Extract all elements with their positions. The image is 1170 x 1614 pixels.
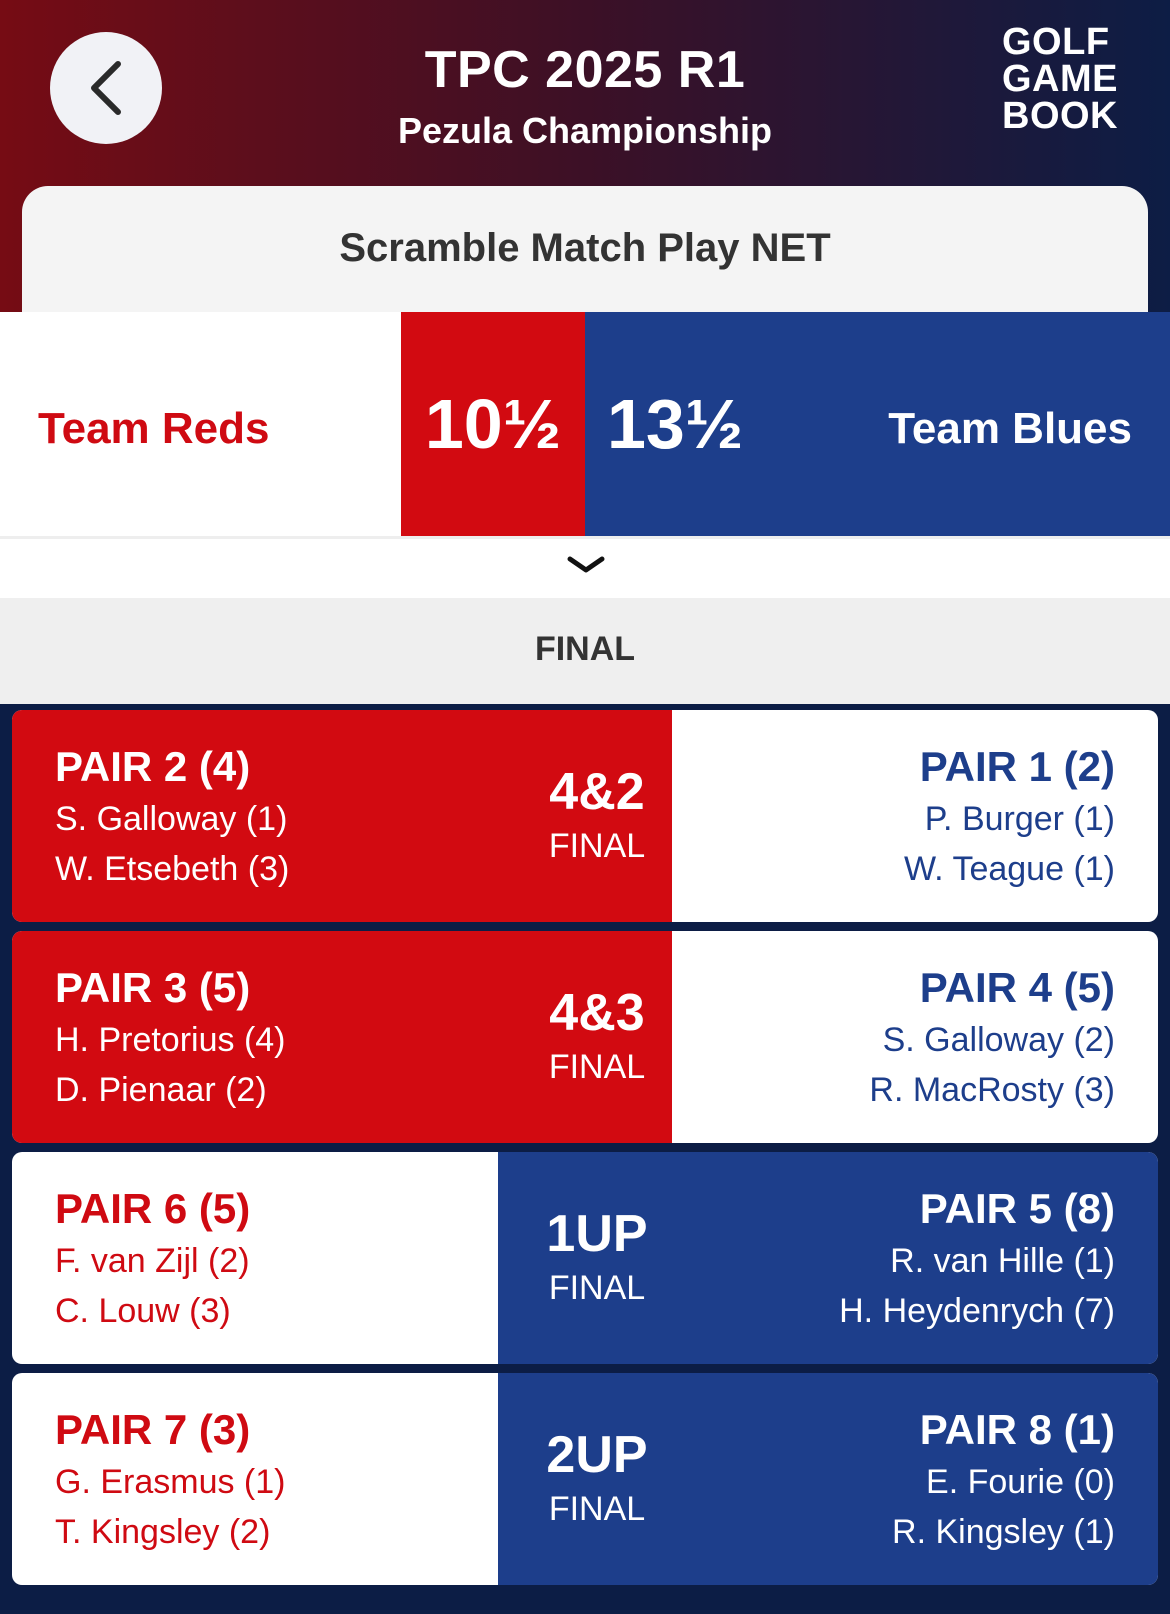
player-name: S. Galloway (1) [55,800,288,838]
team-blue-panel: 13½ Team Blues [585,312,1170,536]
team-red-score: 10½ [401,312,585,536]
match-result: 4&3 FINAL [482,983,712,1091]
chevron-left-icon [91,61,121,115]
game-format-card: Scramble Match Play NET [22,186,1148,326]
logo-line: BOOK [1002,95,1118,137]
match-status: FINAL [548,827,646,865]
team-red-name: Team Reds [38,404,270,453]
player-name: E. Fourie (0) [926,1463,1115,1501]
match-row[interactable]: PAIR 6 (5) F. van Zijl (2) C. Louw (3) 1… [12,1152,1158,1364]
pair-title: PAIR 3 (5) [55,964,251,1011]
left-pair: PAIR 2 (4) S. Galloway (1) W. Etsebeth (… [55,740,289,894]
player-name: R. van Hille (1) [890,1242,1115,1280]
player-name: D. Pienaar (2) [55,1071,267,1109]
player-name: W. Teague (1) [903,850,1115,888]
logo-line: GAME [1002,58,1118,100]
match-status: FINAL [548,1269,646,1307]
player-name: T. Kingsley (2) [55,1513,271,1551]
back-button[interactable] [50,32,162,144]
player-name: H. Heydenrych (7) [839,1292,1115,1330]
player-name: P. Burger (1) [924,800,1115,838]
match-row[interactable]: PAIR 3 (5) H. Pretorius (4) D. Pienaar (… [12,931,1158,1143]
player-name: R. MacRosty (3) [869,1071,1115,1109]
left-pair: PAIR 7 (3) G. Erasmus (1) T. Kingsley (2… [55,1403,285,1557]
left-pair: PAIR 3 (5) H. Pretorius (4) D. Pienaar (… [55,961,286,1115]
left-pair: PAIR 6 (5) F. van Zijl (2) C. Louw (3) [55,1182,250,1336]
golf-gamebook-logo: GOLF GAME BOOK [1002,21,1122,137]
match-score: 2UP [546,1426,648,1484]
round-status-bar: FINAL [0,598,1170,704]
pair-title: PAIR 6 (5) [55,1185,251,1232]
match-status: FINAL [548,1048,646,1086]
pair-title: PAIR 1 (2) [919,743,1115,790]
game-format-label: Scramble Match Play NET [339,226,831,270]
match-score: 4&2 [549,763,645,821]
match-row[interactable]: PAIR 7 (3) G. Erasmus (1) T. Kingsley (2… [12,1373,1158,1585]
match-status: FINAL [548,1490,646,1528]
match-result: 2UP FINAL [482,1425,712,1533]
right-pair: PAIR 1 (2) P. Burger (1) W. Teague (1) [904,740,1115,894]
player-name: F. van Zijl (2) [55,1242,250,1280]
team-blue-name: Team Blues [888,404,1132,453]
match-score: 1UP [546,1205,648,1263]
player-name: S. Galloway (2) [882,1021,1115,1059]
right-pair: PAIR 5 (8) R. van Hille (1) H. Heydenryc… [839,1182,1115,1336]
team-blue-score: 13½ [607,385,744,463]
right-pair: PAIR 8 (1) E. Fourie (0) R. Kingsley (1) [892,1403,1115,1557]
pair-title: PAIR 5 (8) [919,1185,1115,1232]
pair-title: PAIR 2 (4) [55,743,251,790]
player-name: C. Louw (3) [55,1292,231,1330]
match-score: 4&3 [549,984,645,1042]
right-pair: PAIR 4 (5) S. Galloway (2) R. MacRosty (… [869,961,1115,1115]
match-result: 4&2 FINAL [482,762,712,870]
page-title: TPC 2025 R1 [424,41,746,99]
player-name: G. Erasmus (1) [55,1463,286,1501]
pair-title: PAIR 7 (3) [55,1406,251,1453]
logo-line: GOLF [1002,21,1110,63]
round-status: FINAL [534,630,636,668]
match-row[interactable]: PAIR 2 (4) S. Galloway (1) W. Etsebeth (… [12,710,1158,922]
player-name: H. Pretorius (4) [55,1021,286,1059]
pair-title: PAIR 4 (5) [919,964,1115,1011]
pair-title: PAIR 8 (1) [919,1406,1115,1453]
expand-toggle[interactable] [0,536,1170,601]
player-name: R. Kingsley (1) [892,1513,1115,1551]
chevron-down-icon [567,556,605,573]
page-subtitle: Pezula Championship [397,110,773,151]
player-name: W. Etsebeth (3) [55,850,290,888]
match-result: 1UP FINAL [482,1204,712,1312]
team-scoreboard: Team Reds 10½ 13½ Team Blues [0,312,1170,536]
